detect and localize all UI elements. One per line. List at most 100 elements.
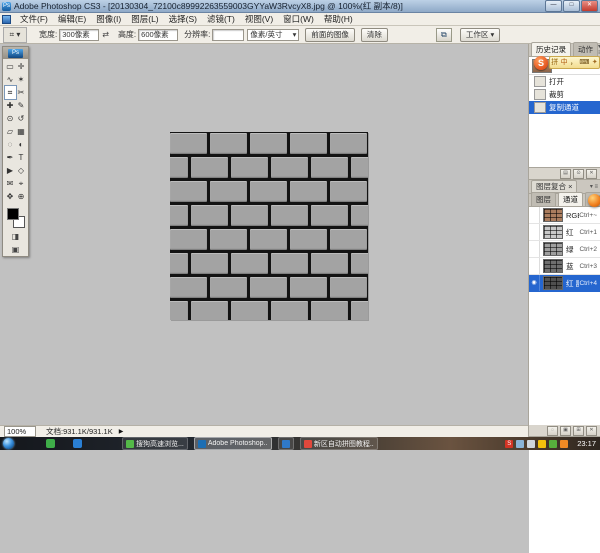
taskbar-button-2[interactable]: [277, 437, 294, 450]
channel-row[interactable]: RGBCtrl+~: [529, 207, 600, 224]
menu-view[interactable]: 视图(V): [240, 13, 278, 25]
panel-menu-icon[interactable]: ▾ ≡: [590, 183, 600, 190]
zoom-tool[interactable]: ⊕: [16, 190, 27, 203]
magic-wand-tool[interactable]: ✶: [16, 73, 27, 86]
document-icon[interactable]: [2, 14, 11, 24]
brush-tool[interactable]: ✎: [16, 99, 27, 112]
visibility-eye-icon[interactable]: [529, 241, 540, 257]
menu-edit[interactable]: 编辑(E): [53, 13, 91, 25]
eyedropper-tool[interactable]: ⌖: [16, 177, 27, 190]
pinyin-icon[interactable]: 拼: [551, 58, 558, 67]
hand-tool[interactable]: ✥: [5, 190, 16, 203]
menu-help[interactable]: 帮助(H): [319, 13, 358, 25]
path-selection-tool[interactable]: ▶: [5, 164, 16, 177]
gradient-tool[interactable]: ▦: [16, 125, 27, 138]
taskbar-button-0[interactable]: 搜狗高速浏览...: [122, 437, 188, 450]
zoom-level-input[interactable]: 100%: [4, 426, 36, 437]
crop-width-input[interactable]: 300像素: [59, 28, 100, 41]
floating-assistant-ball-icon[interactable]: [588, 194, 600, 207]
visibility-eye-icon[interactable]: ◉: [529, 275, 540, 291]
channel-row[interactable]: 蓝 Ctrl+3: [529, 258, 600, 275]
sogou-logo-icon[interactable]: S: [534, 55, 548, 70]
visibility-eye-icon[interactable]: [529, 258, 540, 274]
swap-dimensions-icon[interactable]: ⇄: [102, 30, 109, 39]
blur-tool[interactable]: ◌: [5, 138, 16, 151]
update-icon[interactable]: [560, 439, 569, 448]
cn-en-icon[interactable]: 中: [561, 58, 568, 67]
network-icon[interactable]: [516, 439, 525, 448]
crop-tool-preset-badge[interactable]: ⌗ ▾: [3, 26, 27, 43]
clone-stamp-tool[interactable]: ⊙: [5, 112, 16, 125]
panel-footer-button-0[interactable]: ▤: [560, 168, 571, 179]
crop-height-input[interactable]: 600像素: [138, 28, 179, 41]
healing-brush-tool[interactable]: ✚: [5, 99, 16, 112]
channels-tab-0[interactable]: 图层: [531, 192, 556, 206]
visibility-eye-icon[interactable]: [529, 224, 540, 240]
panel-footer-button-0[interactable]: ◌: [547, 425, 558, 436]
slice-tool[interactable]: ✂: [16, 86, 27, 99]
taskbar-button-3[interactable]: 新区自动拼图教程...: [299, 437, 378, 450]
resolution-input[interactable]: [212, 28, 245, 41]
toolbox-grip[interactable]: Ps: [3, 47, 28, 59]
resolution-unit-dropdown[interactable]: 像素/英寸 ▾: [247, 28, 300, 41]
clear-button[interactable]: 清除: [360, 27, 388, 42]
eraser-tool[interactable]: ▱: [5, 125, 16, 138]
channel-row[interactable]: 红 Ctrl+1: [529, 224, 600, 241]
rectangular-marquee-tool[interactable]: ▭: [5, 60, 16, 73]
menu-layer[interactable]: 图层(L): [126, 13, 163, 25]
history-state-row[interactable]: 裁剪: [529, 88, 600, 101]
panel-footer-button-1[interactable]: ▣: [560, 425, 571, 436]
panel-footer-button-2[interactable]: ⊞: [573, 425, 584, 436]
history-state-row[interactable]: 打开: [529, 75, 600, 88]
start-button[interactable]: [3, 438, 14, 449]
close-button[interactable]: ✕: [581, 0, 598, 12]
punctuation-icon[interactable]: ，: [570, 58, 577, 67]
menu-filter[interactable]: 滤镜(T): [202, 13, 240, 25]
sogou-tray-icon[interactable]: S: [505, 439, 514, 448]
front-image-button[interactable]: 前面的图像: [305, 27, 355, 42]
quick-launch-icon-2[interactable]: [73, 439, 82, 448]
keyboard-icon[interactable]: ⌨: [579, 58, 589, 67]
minimize-button[interactable]: —: [545, 0, 562, 12]
maximize-button[interactable]: □: [563, 0, 580, 12]
menu-select[interactable]: 选择(S): [164, 13, 202, 25]
menu-window[interactable]: 窗口(W): [278, 13, 319, 25]
notes-tool[interactable]: ✉: [5, 177, 16, 190]
status-options-arrow-icon[interactable]: ▶: [119, 428, 124, 435]
channel-row[interactable]: 绿 Ctrl+2: [529, 241, 600, 258]
crop-tool[interactable]: ⌗: [3, 85, 17, 100]
document-image-brick-pattern[interactable]: [170, 132, 368, 320]
menu-file[interactable]: 文件(F): [15, 13, 53, 25]
quick-launch-icon-1[interactable]: [46, 439, 55, 448]
history-tab-0[interactable]: 历史记录: [531, 42, 571, 56]
taskbar-button-1[interactable]: Adobe Photoshop...: [193, 437, 272, 450]
canvas-area[interactable]: Ps ▭ ✛ ∿ ✶ ⌗ ✂ ✚ ✎ ⊙ ↺ ▱ ▦ ◌ ◐ ✒ T ▶ ◇ ✉ ⌖ ✥ ⊕ ◨ ▣: [0, 44, 528, 425]
dodge-tool[interactable]: ◐: [16, 138, 27, 151]
channel-row[interactable]: ◉ 红 副本Ctrl+4: [529, 275, 600, 292]
history-brush-tool[interactable]: ↺: [16, 112, 27, 125]
screen-mode-button[interactable]: ▣: [3, 243, 28, 256]
history-tab-1[interactable]: 动作: [573, 42, 598, 56]
type-tool[interactable]: T: [16, 151, 27, 164]
lasso-tool[interactable]: ∿: [5, 73, 16, 86]
channels-tab-1[interactable]: 通道: [558, 192, 583, 206]
panel-footer-button-3[interactable]: ✕: [586, 425, 597, 436]
taskbar-button-label: Adobe Photoshop...: [207, 440, 268, 447]
workspace-button[interactable]: 工作区 ▾: [459, 27, 501, 42]
taskbar-clock[interactable]: 23:17: [577, 439, 596, 448]
move-tool[interactable]: ✛: [16, 60, 27, 73]
shape-tool[interactable]: ◇: [16, 164, 27, 177]
volume-icon[interactable]: [527, 439, 536, 448]
foreground-color-swatch[interactable]: [7, 208, 19, 220]
history-state-row[interactable]: 复制通道: [529, 101, 600, 114]
go-to-bridge-icon[interactable]: ⧉: [435, 27, 452, 42]
quick-mask-button[interactable]: ◨: [3, 230, 28, 243]
visibility-eye-icon[interactable]: [529, 207, 540, 223]
wrench-icon[interactable]: ✦: [592, 58, 598, 67]
antivirus-icon[interactable]: [549, 439, 558, 448]
pen-tool[interactable]: ✒: [5, 151, 16, 164]
panel-footer-button-2[interactable]: ✕: [586, 168, 597, 179]
menu-image[interactable]: 图像(I): [91, 13, 126, 25]
security-icon[interactable]: [538, 439, 547, 448]
panel-footer-button-1[interactable]: ⊙: [573, 168, 584, 179]
